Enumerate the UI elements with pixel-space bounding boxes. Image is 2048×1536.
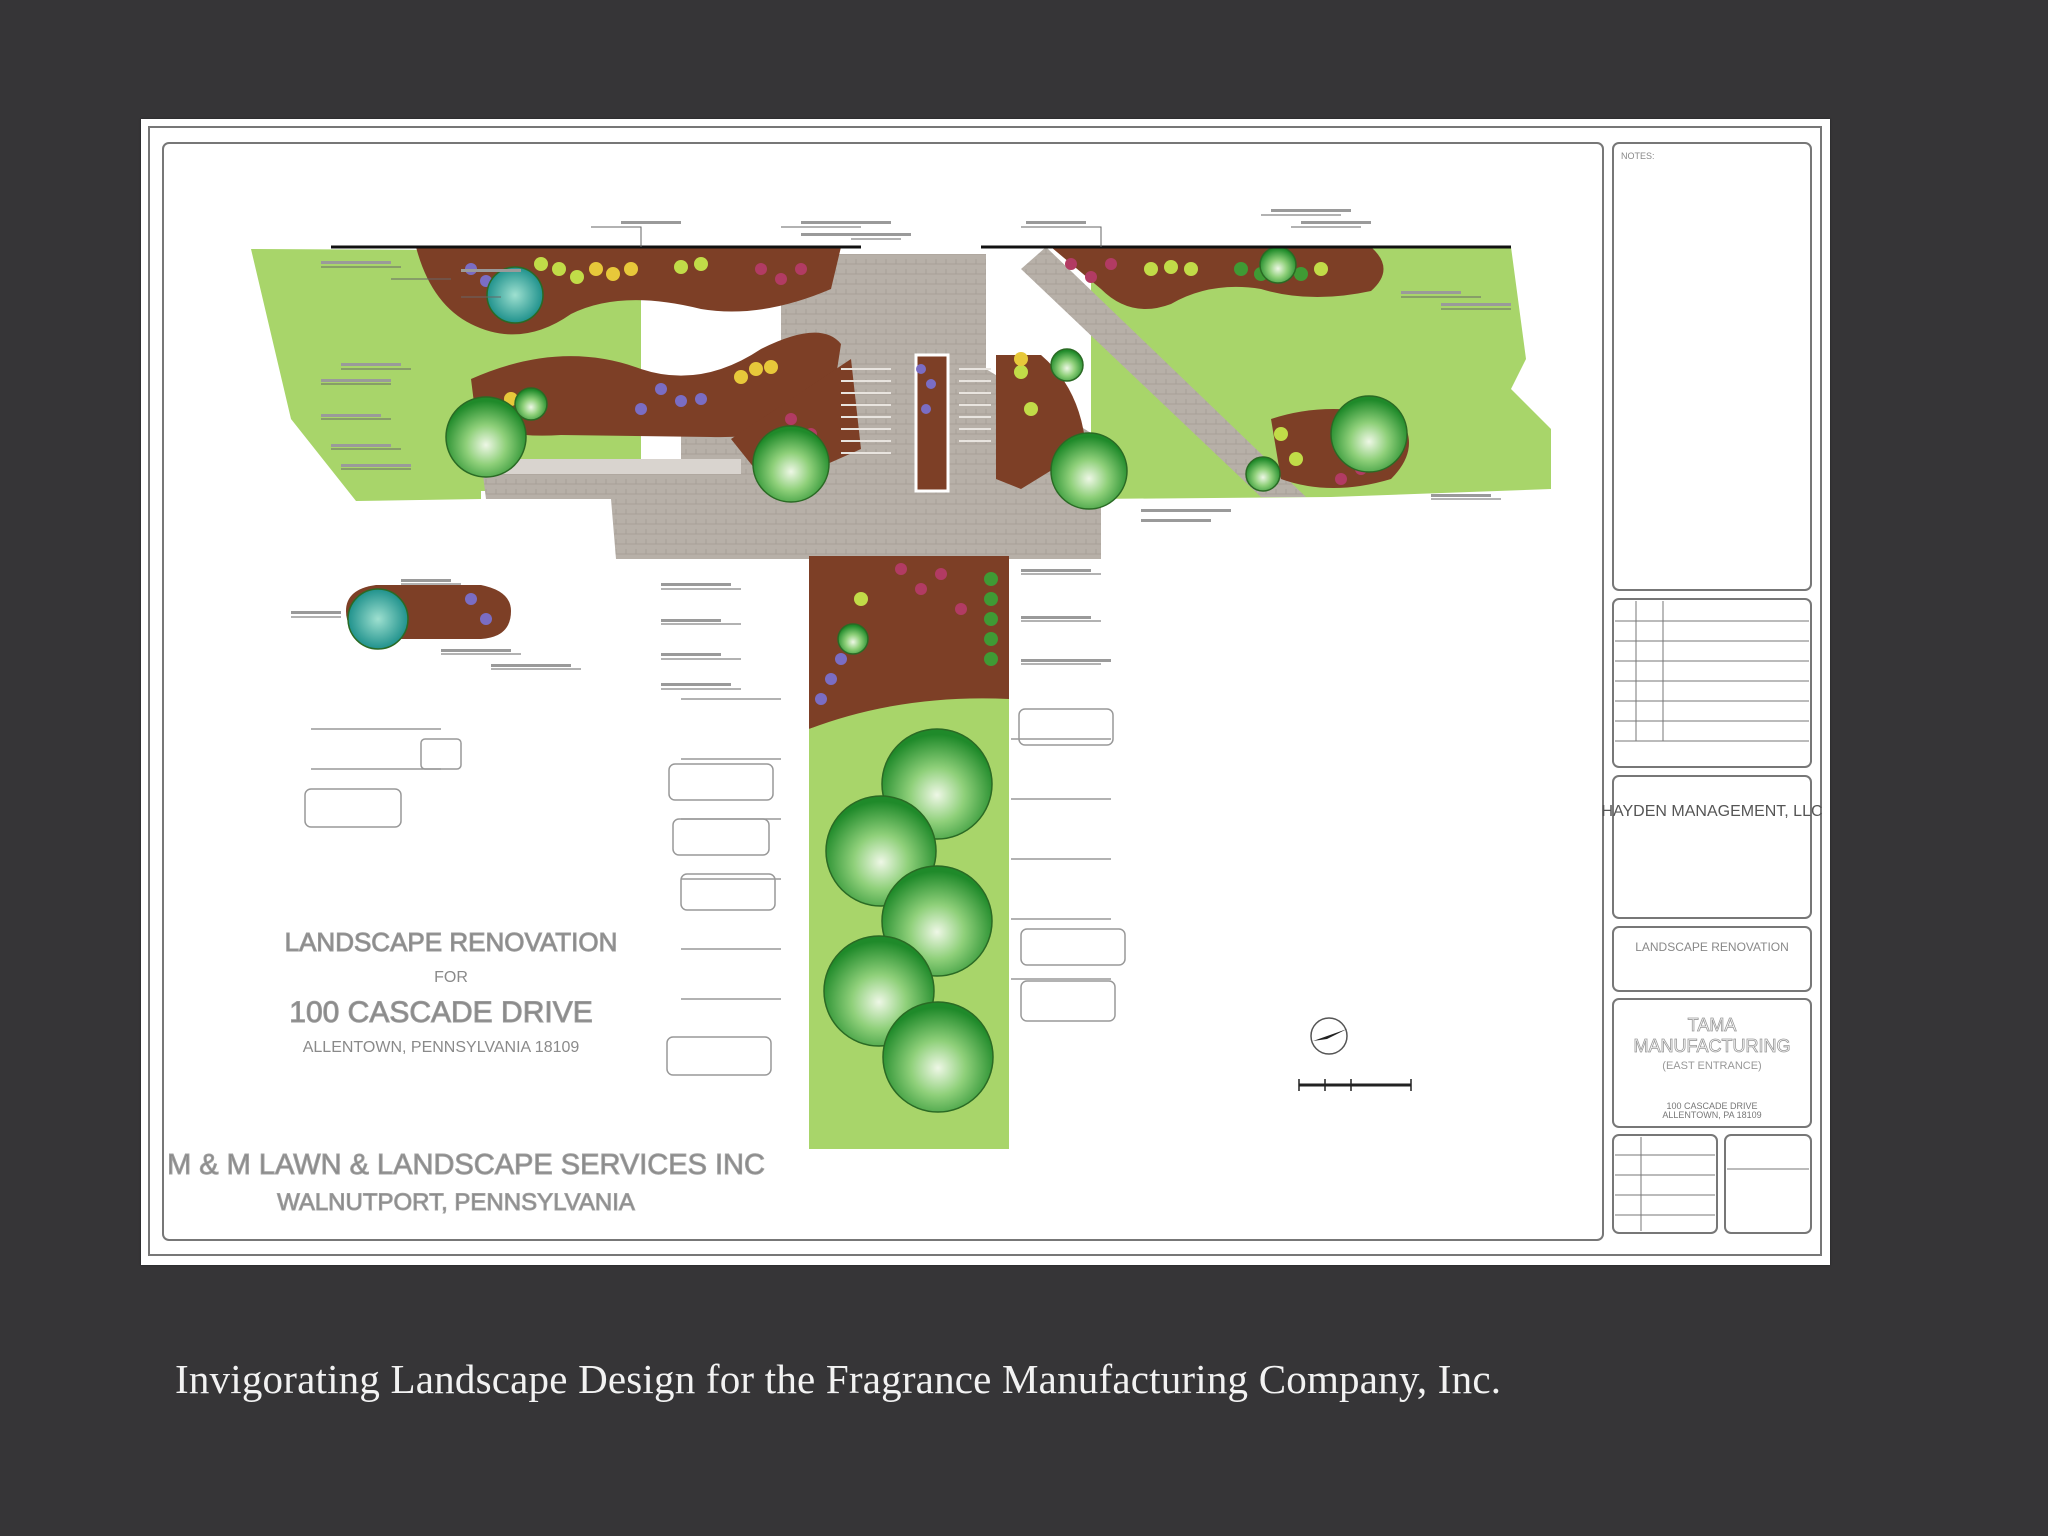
project-box: [1612, 926, 1812, 992]
notes-label: NOTES:: [1621, 151, 1655, 161]
plan-title-line1: LANDSCAPE RENOVATION: [285, 927, 618, 957]
north-arrow-icon: [1310, 1017, 1348, 1055]
landscape-plan: LANDSCAPE RENOVATION FOR 100 CASCADE DRI…: [148, 126, 1823, 1256]
plan-title-line2: FOR: [434, 969, 468, 986]
client-name: HAYDEN MANAGEMENT, LLC: [1601, 803, 1822, 820]
notes-box: [1612, 142, 1812, 591]
contractor-line2: WALNUTPORT, PENNSYLVANIA: [277, 1189, 635, 1216]
scale-bar-icon: [1298, 1079, 1412, 1091]
revision-grid: [1615, 601, 1809, 1231]
client-box: [1612, 775, 1812, 919]
site-address-line2: ALLENTOWN, PA 18109: [1662, 1110, 1761, 1120]
site-name-line1: TAMA: [1688, 1015, 1737, 1035]
paving-strip-left: [481, 459, 741, 474]
project-name: LANDSCAPE RENOVATION: [1635, 940, 1789, 954]
drawing-info-box: [1612, 1134, 1718, 1234]
sheet-number-box: [1724, 1134, 1812, 1234]
drawing-sheet: LANDSCAPE RENOVATION FOR 100 CASCADE DRI…: [141, 119, 1830, 1265]
bed-center: [914, 353, 950, 493]
contractor-line1: M & M LAWN & LANDSCAPE SERVICES INC: [167, 1149, 765, 1181]
plan-title-line3: 100 CASCADE DRIVE: [289, 996, 592, 1029]
revisions-box: [1612, 598, 1812, 768]
site-name-line2: MANUFACTURING: [1634, 1036, 1791, 1056]
plan-title-line4: ALLENTOWN, PENNSYLVANIA 18109: [303, 1039, 580, 1056]
site-name-line3: (EAST ENTRANCE): [1662, 1060, 1761, 1072]
slide-caption: Invigorating Landscape Design for the Fr…: [175, 1356, 1502, 1402]
